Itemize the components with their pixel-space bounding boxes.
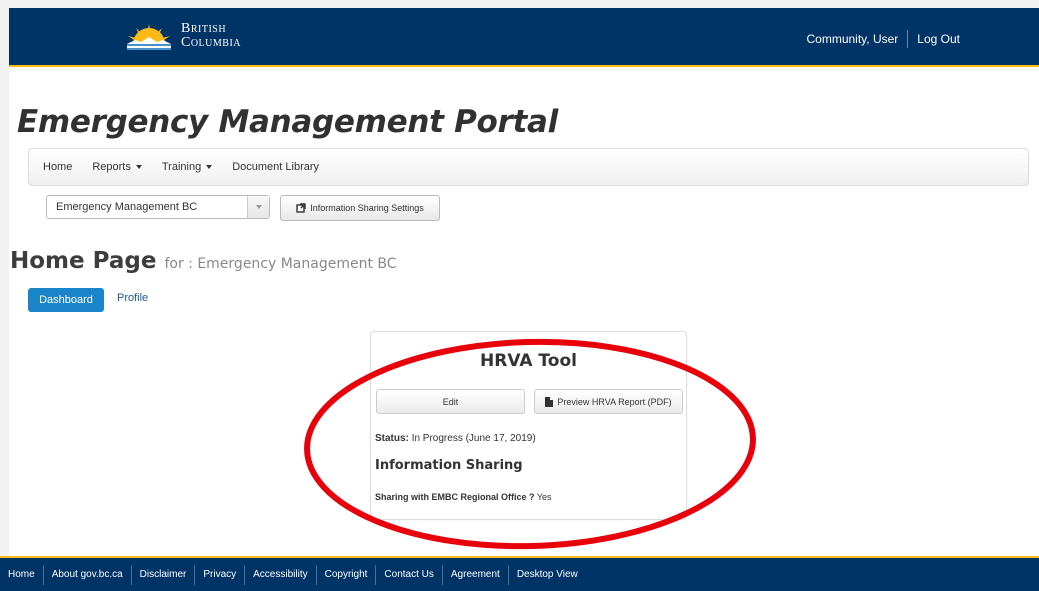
- chevron-down-icon: [255, 205, 262, 209]
- footer-link-home[interactable]: Home: [8, 564, 44, 585]
- file-icon: [545, 396, 554, 407]
- information-sharing-settings-label: Information Sharing Settings: [310, 203, 424, 213]
- main-navbar: Home Reports Training Document Library: [28, 148, 1029, 186]
- footer-link-privacy[interactable]: Privacy: [195, 564, 246, 585]
- tab-dashboard[interactable]: Dashboard: [28, 288, 104, 312]
- site-header: British Columbia Community, User Log Out: [9, 8, 1039, 67]
- footer-link-desktop-view[interactable]: Desktop View: [509, 565, 586, 585]
- logo-line2: Columbia: [181, 35, 242, 50]
- select-toggle[interactable]: [247, 196, 269, 218]
- site-footer: Home About gov.bc.ca Disclaimer Privacy …: [0, 556, 1039, 591]
- sharing-line: Sharing with EMBC Regional Office ? Yes: [375, 492, 552, 502]
- home-page-heading: Home Page for : Emergency Management BC: [10, 248, 397, 274]
- page: British Columbia Community, User Log Out…: [9, 8, 1039, 591]
- status-value: In Progress (June 17, 2019): [411, 433, 536, 444]
- status-label: Status:: [375, 433, 409, 444]
- footer-link-about[interactable]: About gov.bc.ca: [44, 564, 132, 585]
- hrva-tool-card: HRVA Tool Edit Preview HRVA Report (PDF)…: [370, 331, 687, 520]
- nav-reports-label: Reports: [92, 161, 131, 173]
- page-title: Home Page: [10, 248, 157, 274]
- nav-reports[interactable]: Reports: [92, 161, 142, 173]
- sharing-value: Yes: [536, 492, 552, 502]
- bc-logo[interactable]: British Columbia: [121, 16, 271, 56]
- nav-home-label: Home: [43, 161, 73, 173]
- footer-link-accessibility[interactable]: Accessibility: [245, 564, 317, 585]
- bc-sun-logo-icon: [127, 24, 171, 50]
- user-name-link[interactable]: Community, User: [807, 32, 899, 46]
- footer-link-disclaimer[interactable]: Disclaimer: [132, 564, 196, 585]
- card-title: HRVA Tool: [480, 351, 577, 371]
- sharing-label: Sharing with EMBC Regional Office ?: [375, 492, 535, 502]
- portal-title: Emergency Management Portal: [17, 104, 558, 140]
- share-external-icon: [296, 203, 306, 213]
- edit-button[interactable]: Edit: [376, 389, 525, 414]
- bc-logo-text: British Columbia: [181, 22, 241, 50]
- logout-link[interactable]: Log Out: [917, 32, 960, 46]
- preview-hrva-report-label: Preview HRVA Report (PDF): [557, 396, 672, 407]
- caret-down-icon: [206, 165, 213, 169]
- nav-document-library[interactable]: Document Library: [232, 161, 319, 173]
- nav-training-label: Training: [161, 161, 202, 173]
- footer-link-agreement[interactable]: Agreement: [443, 564, 509, 585]
- page-subtitle: for : Emergency Management BC: [164, 256, 397, 272]
- footer-link-contact-us[interactable]: Contact Us: [376, 564, 443, 585]
- header-divider: [907, 30, 909, 48]
- caret-down-icon: [135, 165, 142, 169]
- status-line: Status: In Progress (June 17, 2019): [375, 433, 536, 444]
- user-area: Community, User Log Out: [807, 30, 960, 48]
- nav-home[interactable]: Home: [43, 161, 72, 173]
- preview-hrva-report-button[interactable]: Preview HRVA Report (PDF): [534, 389, 683, 414]
- nav-training[interactable]: Training: [161, 161, 213, 173]
- tab-profile[interactable]: Profile: [117, 292, 148, 304]
- information-sharing-heading: Information Sharing: [375, 458, 523, 473]
- information-sharing-settings-button[interactable]: Information Sharing Settings: [280, 195, 440, 221]
- organization-select[interactable]: Emergency Management BC: [46, 195, 270, 219]
- footer-link-copyright[interactable]: Copyright: [317, 564, 377, 585]
- logo-line1: British: [181, 21, 227, 36]
- nav-document-library-label: Document Library: [232, 161, 320, 173]
- organization-select-value: Emergency Management BC: [56, 201, 198, 213]
